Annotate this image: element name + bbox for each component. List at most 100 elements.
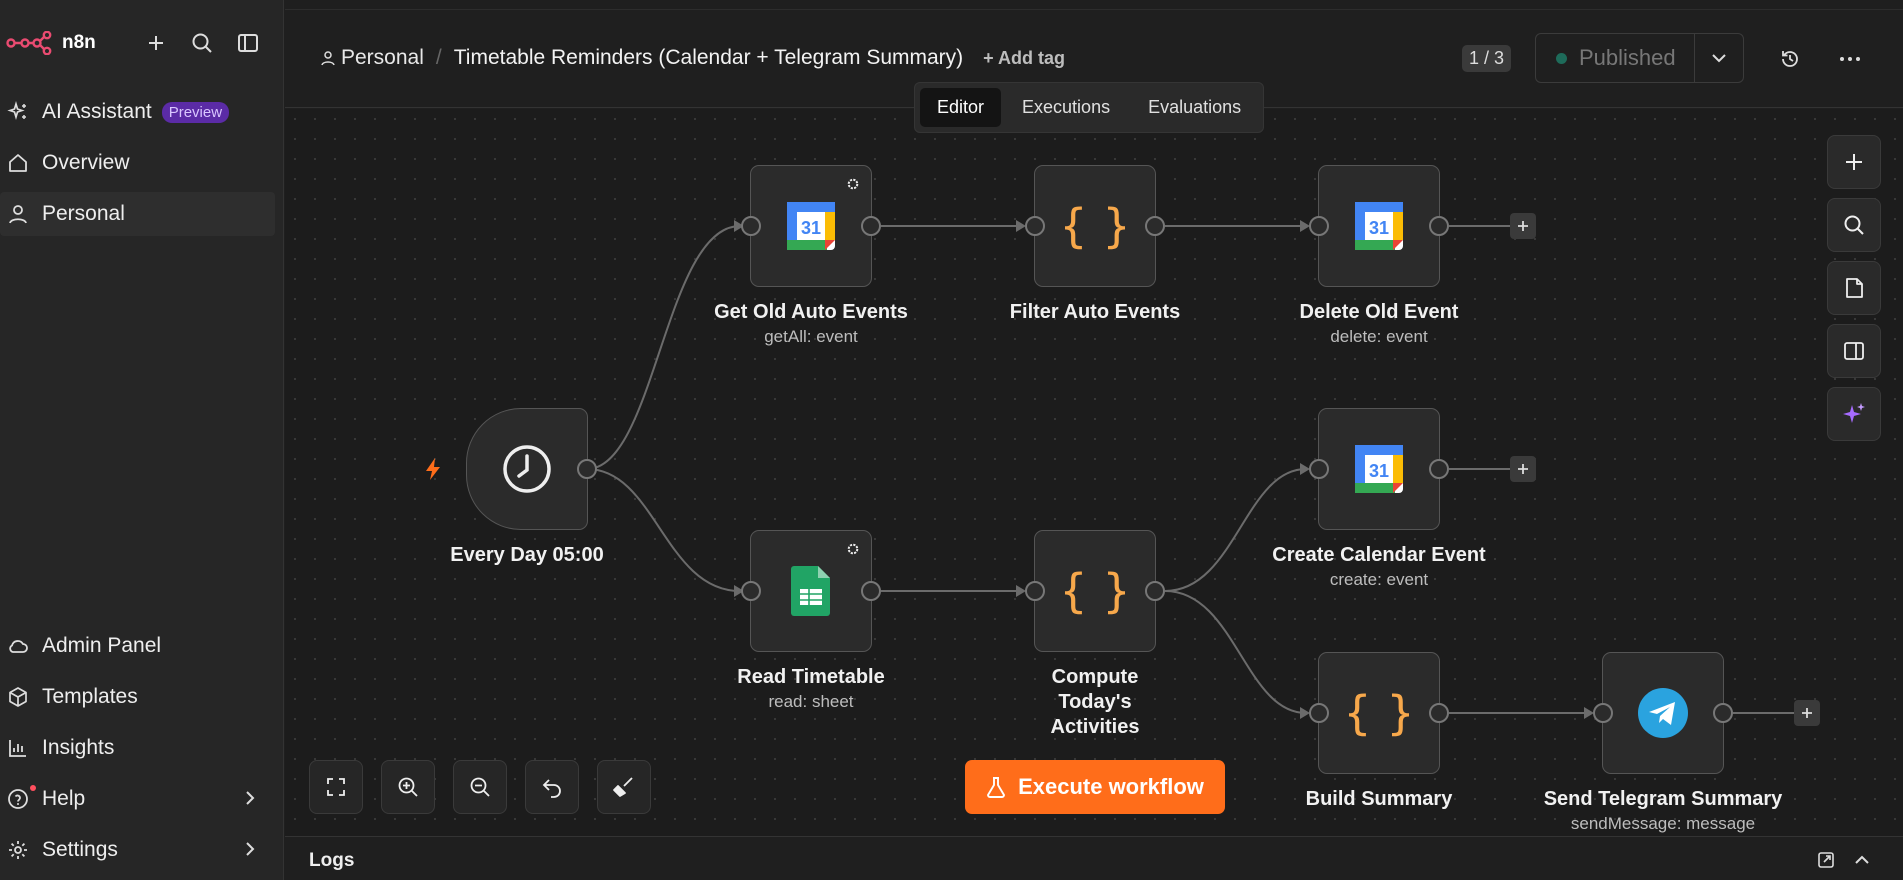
node-compute-todays-activities[interactable]: { } [1025,530,1165,652]
logs-panel-bar[interactable]: Logs [285,836,1903,880]
ai-assistant-button[interactable] [1827,387,1881,441]
project-name: Personal [341,46,424,69]
node-send-telegram-summary[interactable] [1593,652,1733,774]
zoom-to-fit-button[interactable] [309,760,363,814]
svg-text:31: 31 [1369,461,1389,481]
add-node-button[interactable] [1794,700,1820,726]
node-title: Build Summary [1305,788,1453,810]
publish-dropdown-button[interactable] [1695,34,1743,82]
node-filter-auto-events[interactable]: { } [1025,165,1165,287]
publish-button[interactable]: Published [1536,34,1695,82]
input-port[interactable] [1025,216,1045,236]
tidy-up-button[interactable] [597,760,651,814]
node-build-summary[interactable]: { } [1309,652,1449,774]
user-icon [321,51,335,66]
google-calendar-icon: 31 [787,202,835,250]
node-title: Every Day 05:00 [450,544,604,566]
sidebar-item-ai-assistant[interactable]: AI Assistant Preview [0,90,275,134]
panel-right-icon [1844,342,1864,360]
sidebar-item-label: Help [42,787,86,810]
output-port[interactable] [1429,703,1449,723]
open-external-icon[interactable] [1815,849,1837,871]
cloud-icon [6,634,30,658]
google-calendar-icon: 31 [1355,202,1403,250]
output-port[interactable] [1713,703,1733,723]
node-create-calendar-event[interactable]: 31 [1309,408,1449,530]
history-icon[interactable] [1777,46,1803,72]
node-every-day[interactable] [466,408,597,530]
input-port[interactable] [1309,216,1329,236]
output-port[interactable] [1145,581,1165,601]
tab-editor[interactable]: Editor [920,88,1002,127]
sidebar-item-personal[interactable]: Personal [0,192,275,236]
tab-evaluations[interactable]: Evaluations [1131,88,1258,127]
input-port[interactable] [1593,703,1613,723]
node-get-old-auto-events[interactable]: 31 [741,165,881,287]
brand-logo[interactable]: n8n [6,31,96,55]
node-title: Read Timetable [737,666,885,688]
node-subtitle: sendMessage: message [1570,814,1756,833]
svg-text:31: 31 [1369,218,1389,238]
sidebar-item-settings[interactable]: Settings [0,828,275,872]
tab-executions[interactable]: Executions [1005,88,1127,127]
zoom-in-button[interactable] [381,760,435,814]
chevron-down-icon [1712,54,1726,63]
add-tag-button[interactable]: + Add tag [983,48,1065,69]
project-link[interactable]: Personal [321,46,424,70]
svg-text:{ }: { } [1349,687,1409,739]
preview-badge: Preview [161,101,230,123]
node-title: Create Calendar Event [1272,544,1486,566]
add-node-button[interactable] [1510,456,1536,482]
status-dot [1556,52,1567,64]
node-subtitle: delete: event [1330,327,1428,346]
plus-icon[interactable] [144,31,168,55]
n8n-logo-icon [6,31,52,55]
search-icon[interactable] [190,31,214,55]
output-port[interactable] [577,459,597,479]
bar-chart-icon [6,736,30,760]
code-braces-icon: { } [1349,687,1409,739]
input-port[interactable] [1309,703,1329,723]
notification-dot [30,785,36,791]
input-port[interactable] [741,216,761,236]
add-node-panel-button[interactable] [1827,135,1881,189]
undo-button[interactable] [525,760,579,814]
sticky-note-button[interactable] [1827,261,1881,315]
output-port[interactable] [861,216,881,236]
chevron-right-icon [243,787,257,815]
workflow-canvas[interactable]: Every Day 05:00 31 Get Old Auto Events g… [285,109,1903,836]
node-title: Get Old Auto Events [714,301,908,323]
output-port[interactable] [1429,216,1449,236]
more-options-icon[interactable] [1837,46,1863,72]
input-port[interactable] [1309,459,1329,479]
sidebar-item-help[interactable]: Help [0,777,275,821]
sidebar-item-insights[interactable]: Insights [0,726,275,770]
canvas-search-button[interactable] [1827,198,1881,252]
input-port[interactable] [1025,581,1045,601]
gear-icon [6,838,30,862]
sparkle-icon [1843,403,1865,423]
sidebar-item-overview[interactable]: Overview [0,141,275,185]
output-port[interactable] [1429,459,1449,479]
execute-workflow-button[interactable]: Execute workflow [965,760,1225,814]
add-node-button[interactable] [1510,213,1536,239]
publish-control: Published [1535,33,1744,83]
zoom-out-button[interactable] [453,760,507,814]
node-read-timetable[interactable] [741,530,881,652]
zoom-in-icon [398,777,418,797]
breadcrumb: Personal / Timetable Reminders (Calendar… [321,46,1065,70]
output-port[interactable] [861,581,881,601]
chevron-up-icon[interactable] [1851,849,1873,871]
sidebar-toggle-icon[interactable] [236,31,260,55]
flask-icon [987,777,1006,798]
toggle-panel-button[interactable] [1827,324,1881,378]
workflow-title[interactable]: Timetable Reminders (Calendar + Telegram… [454,46,963,70]
output-port[interactable] [1145,216,1165,236]
sidebar-item-admin-panel[interactable]: Admin Panel [0,624,275,668]
node-delete-old-event[interactable]: 31 [1309,165,1449,287]
code-braces-icon: { } [1065,200,1125,252]
connection-trigger-read [586,468,741,592]
sidebar: n8n AI Assistant Preview Overview Person… [0,0,284,880]
sidebar-item-templates[interactable]: Templates [0,675,275,719]
input-port[interactable] [741,581,761,601]
